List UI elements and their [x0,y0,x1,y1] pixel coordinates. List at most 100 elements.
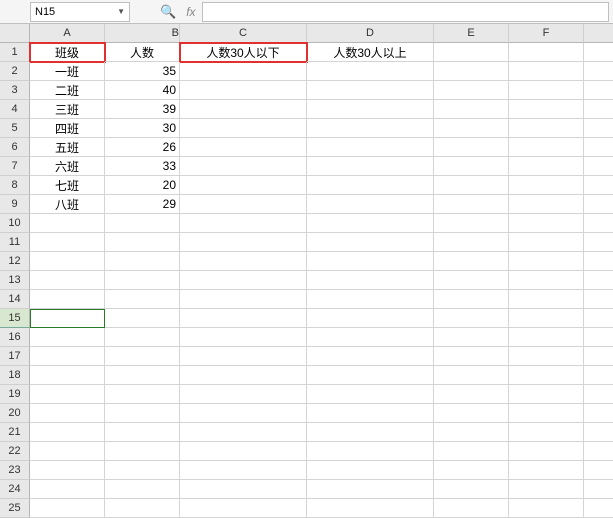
cell-C23[interactable] [180,461,307,480]
cell-B22[interactable] [105,442,180,461]
row-header-23[interactable]: 23 [0,461,30,480]
cell-E6[interactable] [434,138,509,157]
cell-F23[interactable] [509,461,584,480]
cell-E14[interactable] [434,290,509,309]
cell-F5[interactable] [509,119,584,138]
cell-C15[interactable] [180,309,307,328]
cell-E12[interactable] [434,252,509,271]
cell-A17[interactable] [30,347,105,366]
cell-D16[interactable] [307,328,434,347]
name-box[interactable]: N15 ▼ [30,2,130,22]
cell-D17[interactable] [307,347,434,366]
row-header-3[interactable]: 3 [0,81,30,100]
cell-B8[interactable]: 20 [105,176,180,195]
cell-E3[interactable] [434,81,509,100]
cell-A23[interactable] [30,461,105,480]
cell-G6[interactable] [584,138,613,157]
cell-E19[interactable] [434,385,509,404]
cell-D23[interactable] [307,461,434,480]
search-icon[interactable]: 🔍 [160,4,176,20]
cell-G8[interactable] [584,176,613,195]
cell-B12[interactable] [105,252,180,271]
cell-F3[interactable] [509,81,584,100]
cell-D8[interactable] [307,176,434,195]
cell-B18[interactable] [105,366,180,385]
cell-A2[interactable]: 一班 [30,62,105,81]
chevron-down-icon[interactable]: ▼ [117,7,125,16]
cell-C8[interactable] [180,176,307,195]
row-header-25[interactable]: 25 [0,499,30,518]
cell-A22[interactable] [30,442,105,461]
cell-C20[interactable] [180,404,307,423]
row-header-2[interactable]: 2 [0,62,30,81]
cell-A21[interactable] [30,423,105,442]
cell-D22[interactable] [307,442,434,461]
cell-G23[interactable] [584,461,613,480]
cell-E24[interactable] [434,480,509,499]
spreadsheet-grid[interactable]: ABCDEF 1班级人数人数30人以下人数30人以上2一班353二班404三班3… [0,24,613,518]
cell-F7[interactable] [509,157,584,176]
cell-F9[interactable] [509,195,584,214]
cell-F1[interactable] [509,43,584,62]
cell-F10[interactable] [509,214,584,233]
cell-G22[interactable] [584,442,613,461]
cell-F20[interactable] [509,404,584,423]
cell-E18[interactable] [434,366,509,385]
cell-F11[interactable] [509,233,584,252]
cell-D15[interactable] [307,309,434,328]
cell-A10[interactable] [30,214,105,233]
cell-D19[interactable] [307,385,434,404]
cell-F21[interactable] [509,423,584,442]
cell-B19[interactable] [105,385,180,404]
row-header-1[interactable]: 1 [0,43,30,62]
column-header-F[interactable]: F [509,24,584,43]
cell-D7[interactable] [307,157,434,176]
cell-D5[interactable] [307,119,434,138]
column-header-partial[interactable] [584,24,613,43]
cell-G2[interactable] [584,62,613,81]
cell-F19[interactable] [509,385,584,404]
cell-A3[interactable]: 二班 [30,81,105,100]
column-header-D[interactable]: D [307,24,434,43]
row-header-15[interactable]: 15 [0,309,30,328]
cell-F22[interactable] [509,442,584,461]
cell-F14[interactable] [509,290,584,309]
cell-E16[interactable] [434,328,509,347]
cell-C3[interactable] [180,81,307,100]
cell-D4[interactable] [307,100,434,119]
cell-F17[interactable] [509,347,584,366]
cell-C14[interactable] [180,290,307,309]
row-header-20[interactable]: 20 [0,404,30,423]
cell-A18[interactable] [30,366,105,385]
cell-G19[interactable] [584,385,613,404]
cell-B5[interactable]: 30 [105,119,180,138]
cell-E17[interactable] [434,347,509,366]
cell-A11[interactable] [30,233,105,252]
cell-F2[interactable] [509,62,584,81]
cell-D2[interactable] [307,62,434,81]
cell-C16[interactable] [180,328,307,347]
cell-E23[interactable] [434,461,509,480]
cell-B25[interactable] [105,499,180,518]
cell-G4[interactable] [584,100,613,119]
cell-F4[interactable] [509,100,584,119]
cell-C2[interactable] [180,62,307,81]
cell-D20[interactable] [307,404,434,423]
cell-F16[interactable] [509,328,584,347]
cell-G13[interactable] [584,271,613,290]
row-header-7[interactable]: 7 [0,157,30,176]
cell-G24[interactable] [584,480,613,499]
cell-A5[interactable]: 四班 [30,119,105,138]
cell-C11[interactable] [180,233,307,252]
cell-F13[interactable] [509,271,584,290]
cell-G9[interactable] [584,195,613,214]
select-all-corner[interactable] [0,24,30,43]
cell-D21[interactable] [307,423,434,442]
cell-E2[interactable] [434,62,509,81]
cell-A1[interactable]: 班级 [30,43,105,62]
row-header-10[interactable]: 10 [0,214,30,233]
cell-G15[interactable] [584,309,613,328]
cell-E22[interactable] [434,442,509,461]
cell-C24[interactable] [180,480,307,499]
cell-G11[interactable] [584,233,613,252]
